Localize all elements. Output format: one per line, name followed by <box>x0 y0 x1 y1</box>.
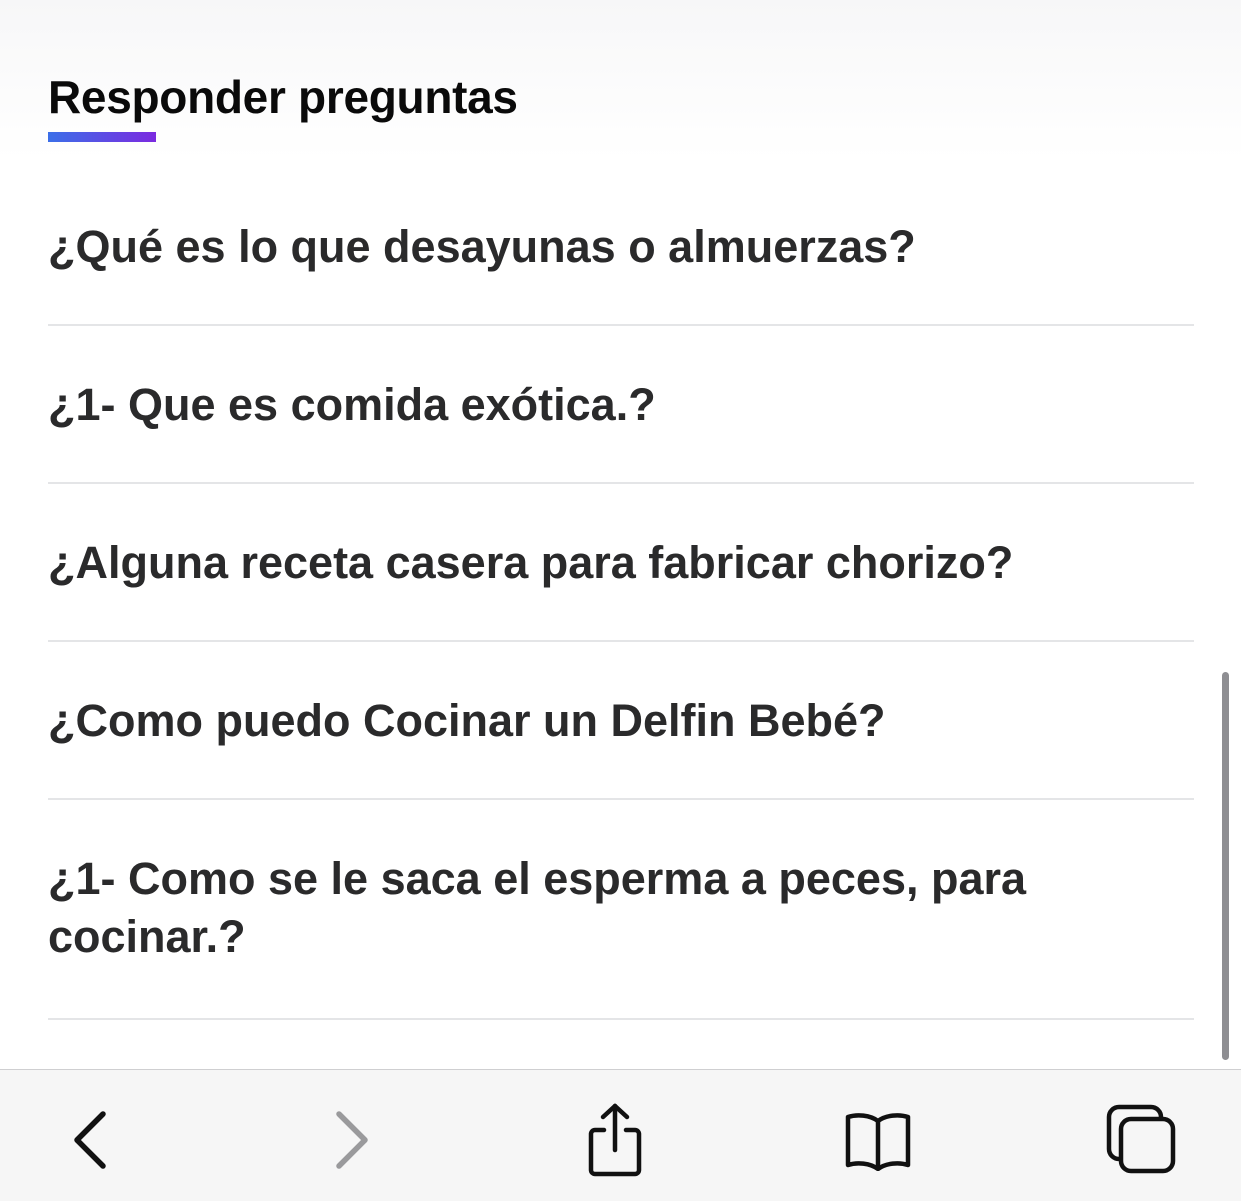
chevron-right-icon <box>336 1111 368 1169</box>
forward-button[interactable] <box>312 1100 392 1180</box>
question-item[interactable]: ¿Alguna receta casera para fabricar chor… <box>48 484 1194 642</box>
tabs-icon <box>1106 1104 1176 1174</box>
bookmarks-button[interactable] <box>838 1100 918 1180</box>
title-underline <box>48 132 156 142</box>
question-item[interactable]: ¿Qué es lo que desayunas o almuerzas? <box>48 168 1194 326</box>
question-item[interactable]: ¿Como puedo Cocinar un Delfin Bebé? <box>48 642 1194 800</box>
section-title: Responder preguntas <box>48 71 518 123</box>
bookmarks-book-icon <box>845 1113 911 1171</box>
question-link[interactable]: ¿Qué es lo que desayunas o almuerzas? <box>48 168 1194 324</box>
question-link[interactable]: ¿Alguna receta casera para fabricar chor… <box>48 484 1194 640</box>
browser-toolbar <box>0 1069 1241 1201</box>
browser-page: Responder preguntas ¿Qué es lo que desay… <box>0 0 1241 1201</box>
question-link[interactable]: ¿1- Como se le saca el esperma a peces, … <box>48 800 1194 1018</box>
question-link[interactable]: ¿1- Que es comida exótica.? <box>48 326 1194 482</box>
question-link[interactable]: ¿Como puedo Cocinar un Delfin Bebé? <box>48 642 1194 798</box>
scrollbar-thumb[interactable] <box>1222 672 1229 1060</box>
share-button[interactable] <box>575 1100 655 1180</box>
question-list: ¿Qué es lo que desayunas o almuerzas? ¿1… <box>48 168 1194 1020</box>
back-button[interactable] <box>50 1100 130 1180</box>
section-header: Responder preguntas <box>48 70 518 142</box>
question-item[interactable]: ¿1- Como se le saca el esperma a peces, … <box>48 800 1194 1020</box>
tabs-button[interactable] <box>1100 1100 1180 1180</box>
question-item[interactable]: ¿1- Que es comida exótica.? <box>48 326 1194 484</box>
share-icon <box>588 1103 642 1177</box>
chevron-left-icon <box>74 1111 106 1169</box>
